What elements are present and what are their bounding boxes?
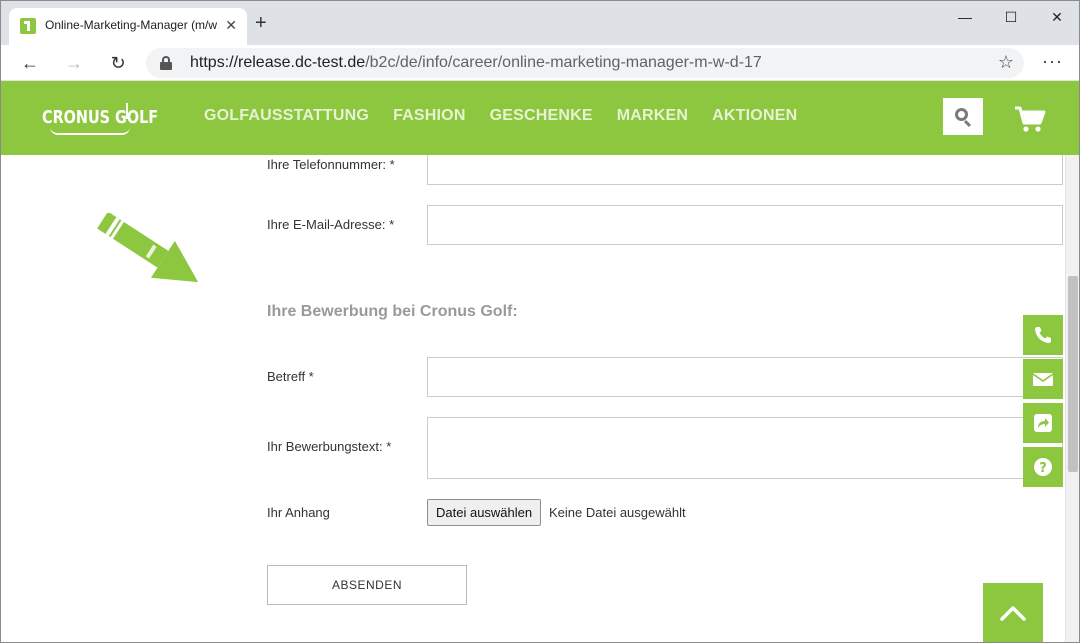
phone-label: Ihre Telefonnummer: * (267, 157, 395, 172)
tab-title: Online-Marketing-Manager (m/w (45, 18, 217, 32)
arrow-pencil-graphic (97, 213, 199, 283)
mail-button[interactable] (1023, 359, 1063, 399)
scrollbar-thumb[interactable] (1068, 276, 1078, 472)
share-button[interactable] (1023, 403, 1063, 443)
subject-label: Betreff * (267, 369, 314, 384)
site-header: CRONUS GOLF GOLFAUSSTATTUNG FASHION GESC… (1, 81, 1079, 155)
attachment-label: Ihr Anhang (267, 505, 330, 520)
chevron-up-icon (1000, 606, 1026, 621)
browser-tab[interactable]: Online-Marketing-Manager (m/w ✕ (9, 8, 247, 45)
nav-item-aktionen[interactable]: AKTIONEN (712, 107, 797, 125)
page-scrollbar[interactable] (1065, 155, 1079, 642)
reload-button[interactable]: ↻ (105, 50, 131, 76)
choose-file-button[interactable]: Datei auswählen (427, 499, 542, 526)
browser-toolbar: ← → ↻ https://release.dc-test.de/b2c/de/… (1, 45, 1079, 81)
page-content: Ihre Telefonnummer: * Ihre E-Mail-Adress… (1, 155, 1065, 642)
favorite-star-icon[interactable]: ☆ (998, 52, 1014, 73)
email-label: Ihre E-Mail-Adresse: * (267, 217, 395, 232)
submit-button[interactable]: ABSENDEN (267, 565, 467, 605)
lock-icon (160, 56, 172, 70)
file-status-text: Keine Datei ausgewählt (549, 505, 686, 520)
tab-bar: Online-Marketing-Manager (m/w ✕ + — ☐ ✕ (1, 1, 1079, 45)
phone-button[interactable] (1023, 315, 1063, 355)
svg-text:?: ? (1039, 461, 1047, 476)
url-text: https://release.dc-test.de/b2c/de/info/c… (190, 54, 762, 71)
logo-text: CRONUS GOLF (42, 107, 159, 128)
window-maximize-button[interactable]: ☐ (988, 7, 1034, 27)
phone-icon (1035, 327, 1051, 343)
window-minimize-button[interactable]: — (942, 7, 988, 27)
new-tab-button[interactable]: + (255, 12, 267, 34)
help-button[interactable]: ? (1023, 447, 1063, 487)
cart-icon[interactable] (1014, 105, 1046, 133)
application-text-label: Ihr Bewerbungstext: * (267, 439, 392, 454)
nav-item-geschenke[interactable]: GESCHENKE (490, 107, 593, 125)
search-button[interactable] (943, 98, 983, 135)
logo-flag-icon (126, 103, 128, 119)
nav-item-fashion[interactable]: FASHION (393, 107, 466, 125)
window-close-button[interactable]: ✕ (1034, 7, 1079, 27)
forward-button[interactable]: → (61, 50, 87, 76)
phone-input[interactable] (427, 155, 1063, 185)
email-input[interactable] (427, 205, 1063, 245)
favicon-icon (20, 18, 36, 34)
help-icon: ? (1034, 458, 1052, 476)
site-logo[interactable]: CRONUS GOLF (42, 103, 158, 137)
mail-icon (1033, 373, 1053, 386)
scroll-to-top-button[interactable] (983, 583, 1043, 642)
nav-item-golfausstattung[interactable]: GOLFAUSSTATTUNG (204, 107, 369, 125)
tab-close-button[interactable]: ✕ (225, 17, 237, 33)
nav-item-marken[interactable]: MARKEN (617, 107, 688, 125)
logo-swoosh-icon (50, 127, 130, 135)
address-bar[interactable]: https://release.dc-test.de/b2c/de/info/c… (146, 48, 1024, 78)
share-icon (1034, 414, 1052, 432)
application-section-title: Ihre Bewerbung bei Cronus Golf: (267, 303, 518, 320)
back-button[interactable]: ← (17, 50, 43, 76)
subject-input[interactable] (427, 357, 1063, 397)
browser-menu-button[interactable]: ··· (1042, 51, 1063, 72)
main-navigation: GOLFAUSSTATTUNG FASHION GESCHENKE MARKEN… (204, 107, 797, 125)
browser-window: Online-Marketing-Manager (m/w ✕ + — ☐ ✕ … (0, 0, 1080, 643)
application-text-textarea[interactable] (427, 417, 1063, 479)
